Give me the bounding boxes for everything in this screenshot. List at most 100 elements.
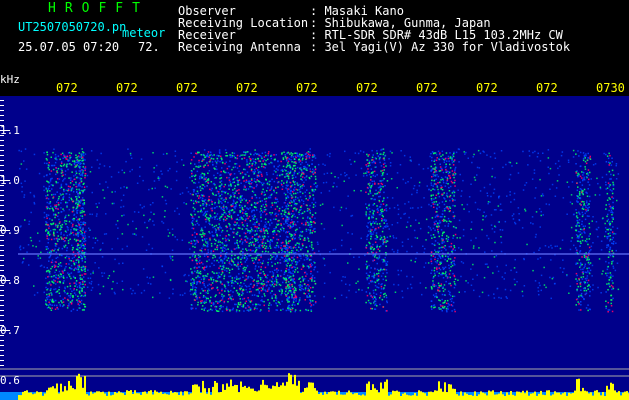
echo-dot bbox=[281, 184, 283, 186]
noise-dot bbox=[373, 292, 375, 294]
echo-dot bbox=[51, 280, 53, 283]
echo-dot bbox=[69, 285, 72, 287]
noise-dot bbox=[388, 158, 390, 160]
noise-dot bbox=[271, 295, 273, 297]
echo-dot bbox=[200, 278, 203, 281]
echo-dot bbox=[226, 207, 228, 209]
echo-dot bbox=[190, 288, 192, 291]
noise-dot bbox=[71, 226, 73, 229]
echo-dot bbox=[219, 265, 222, 267]
noise-dot bbox=[20, 150, 23, 153]
echo-dot bbox=[76, 309, 78, 311]
noise-dot bbox=[54, 288, 57, 290]
echo-dot bbox=[240, 305, 243, 308]
noise-dot bbox=[473, 289, 475, 292]
echo-dot bbox=[271, 276, 273, 278]
noise-dot bbox=[585, 153, 587, 155]
echo-dot bbox=[311, 214, 314, 216]
echo-dot bbox=[257, 280, 260, 282]
echo-dot bbox=[193, 202, 195, 205]
echo-dot bbox=[67, 229, 69, 231]
echo-dot bbox=[298, 213, 300, 216]
noise-dot bbox=[245, 181, 247, 183]
noise-dot bbox=[164, 271, 167, 274]
echo-dot bbox=[280, 213, 283, 215]
echo-dot bbox=[81, 207, 84, 209]
noise-dot bbox=[403, 213, 405, 215]
echo-dot bbox=[308, 267, 310, 269]
noise-dot bbox=[612, 275, 614, 277]
echo-dot bbox=[209, 301, 211, 304]
echo-dot bbox=[79, 165, 82, 168]
echo-dot bbox=[84, 283, 86, 286]
echo-dot bbox=[263, 244, 266, 247]
noise-dot bbox=[457, 189, 459, 191]
echo-dot bbox=[234, 303, 236, 306]
noise-dot bbox=[142, 268, 145, 270]
noise-dot bbox=[60, 199, 63, 201]
echo-dot bbox=[377, 155, 380, 157]
axis-tick bbox=[0, 115, 4, 116]
echo-dot bbox=[201, 239, 204, 242]
echo-dot bbox=[56, 291, 58, 293]
echo-dot bbox=[309, 221, 312, 223]
echo-dot bbox=[257, 172, 260, 174]
echo-dot bbox=[232, 282, 235, 284]
echo-dot bbox=[225, 256, 227, 258]
echo-dot bbox=[200, 174, 202, 176]
noise-dot bbox=[300, 257, 302, 260]
echo-dot bbox=[246, 257, 249, 260]
axis-tick bbox=[0, 110, 4, 111]
echo-dot bbox=[287, 160, 290, 162]
echo-dot bbox=[372, 298, 374, 300]
noise-dot bbox=[576, 236, 579, 239]
noise-dot bbox=[45, 282, 48, 285]
echo-dot bbox=[287, 188, 289, 190]
echo-dot bbox=[378, 157, 381, 159]
noise-dot bbox=[96, 159, 99, 161]
echo-dot bbox=[315, 178, 317, 180]
noise-dot bbox=[90, 273, 92, 275]
noise-dot bbox=[375, 221, 377, 223]
echo-dot bbox=[220, 306, 222, 309]
noise-dot bbox=[153, 180, 156, 182]
echo-dot bbox=[69, 156, 71, 159]
noise-dot bbox=[348, 284, 351, 286]
time-tick: 072 bbox=[236, 81, 258, 95]
noise-dot bbox=[392, 235, 394, 237]
echo-dot bbox=[72, 295, 74, 297]
noise-dot bbox=[534, 280, 537, 282]
echo-dot bbox=[221, 289, 223, 292]
noise-dot bbox=[497, 221, 500, 223]
echo-dot bbox=[252, 303, 254, 306]
noise-dot bbox=[197, 276, 199, 279]
echo-dot bbox=[366, 170, 368, 173]
echo-dot bbox=[255, 185, 258, 188]
noise-dot bbox=[205, 291, 207, 294]
echo-dot bbox=[290, 213, 293, 215]
noise-dot bbox=[435, 178, 437, 180]
echo-dot bbox=[59, 229, 61, 231]
echo-dot bbox=[82, 190, 85, 192]
echo-dot bbox=[252, 249, 255, 252]
noise-dot bbox=[110, 176, 113, 178]
echo-dot bbox=[65, 223, 67, 225]
noise-dot bbox=[43, 211, 46, 214]
echo-dot bbox=[222, 243, 224, 245]
echo-dot bbox=[193, 191, 195, 193]
echo-dot bbox=[57, 274, 60, 277]
echo-dot bbox=[237, 306, 239, 308]
echo-dot bbox=[69, 179, 72, 181]
echo-dot bbox=[191, 259, 194, 262]
noise-dot bbox=[458, 291, 460, 293]
echo-dot bbox=[271, 162, 273, 164]
noise-dot bbox=[241, 285, 243, 288]
echo-dot bbox=[54, 193, 57, 196]
noise-dot bbox=[208, 283, 211, 285]
echo-dot bbox=[224, 200, 226, 203]
echo-dot bbox=[259, 200, 262, 203]
echo-dot bbox=[194, 182, 197, 184]
echo-dot bbox=[75, 199, 78, 201]
echo-dot bbox=[233, 193, 235, 196]
echo-dot bbox=[251, 294, 254, 296]
